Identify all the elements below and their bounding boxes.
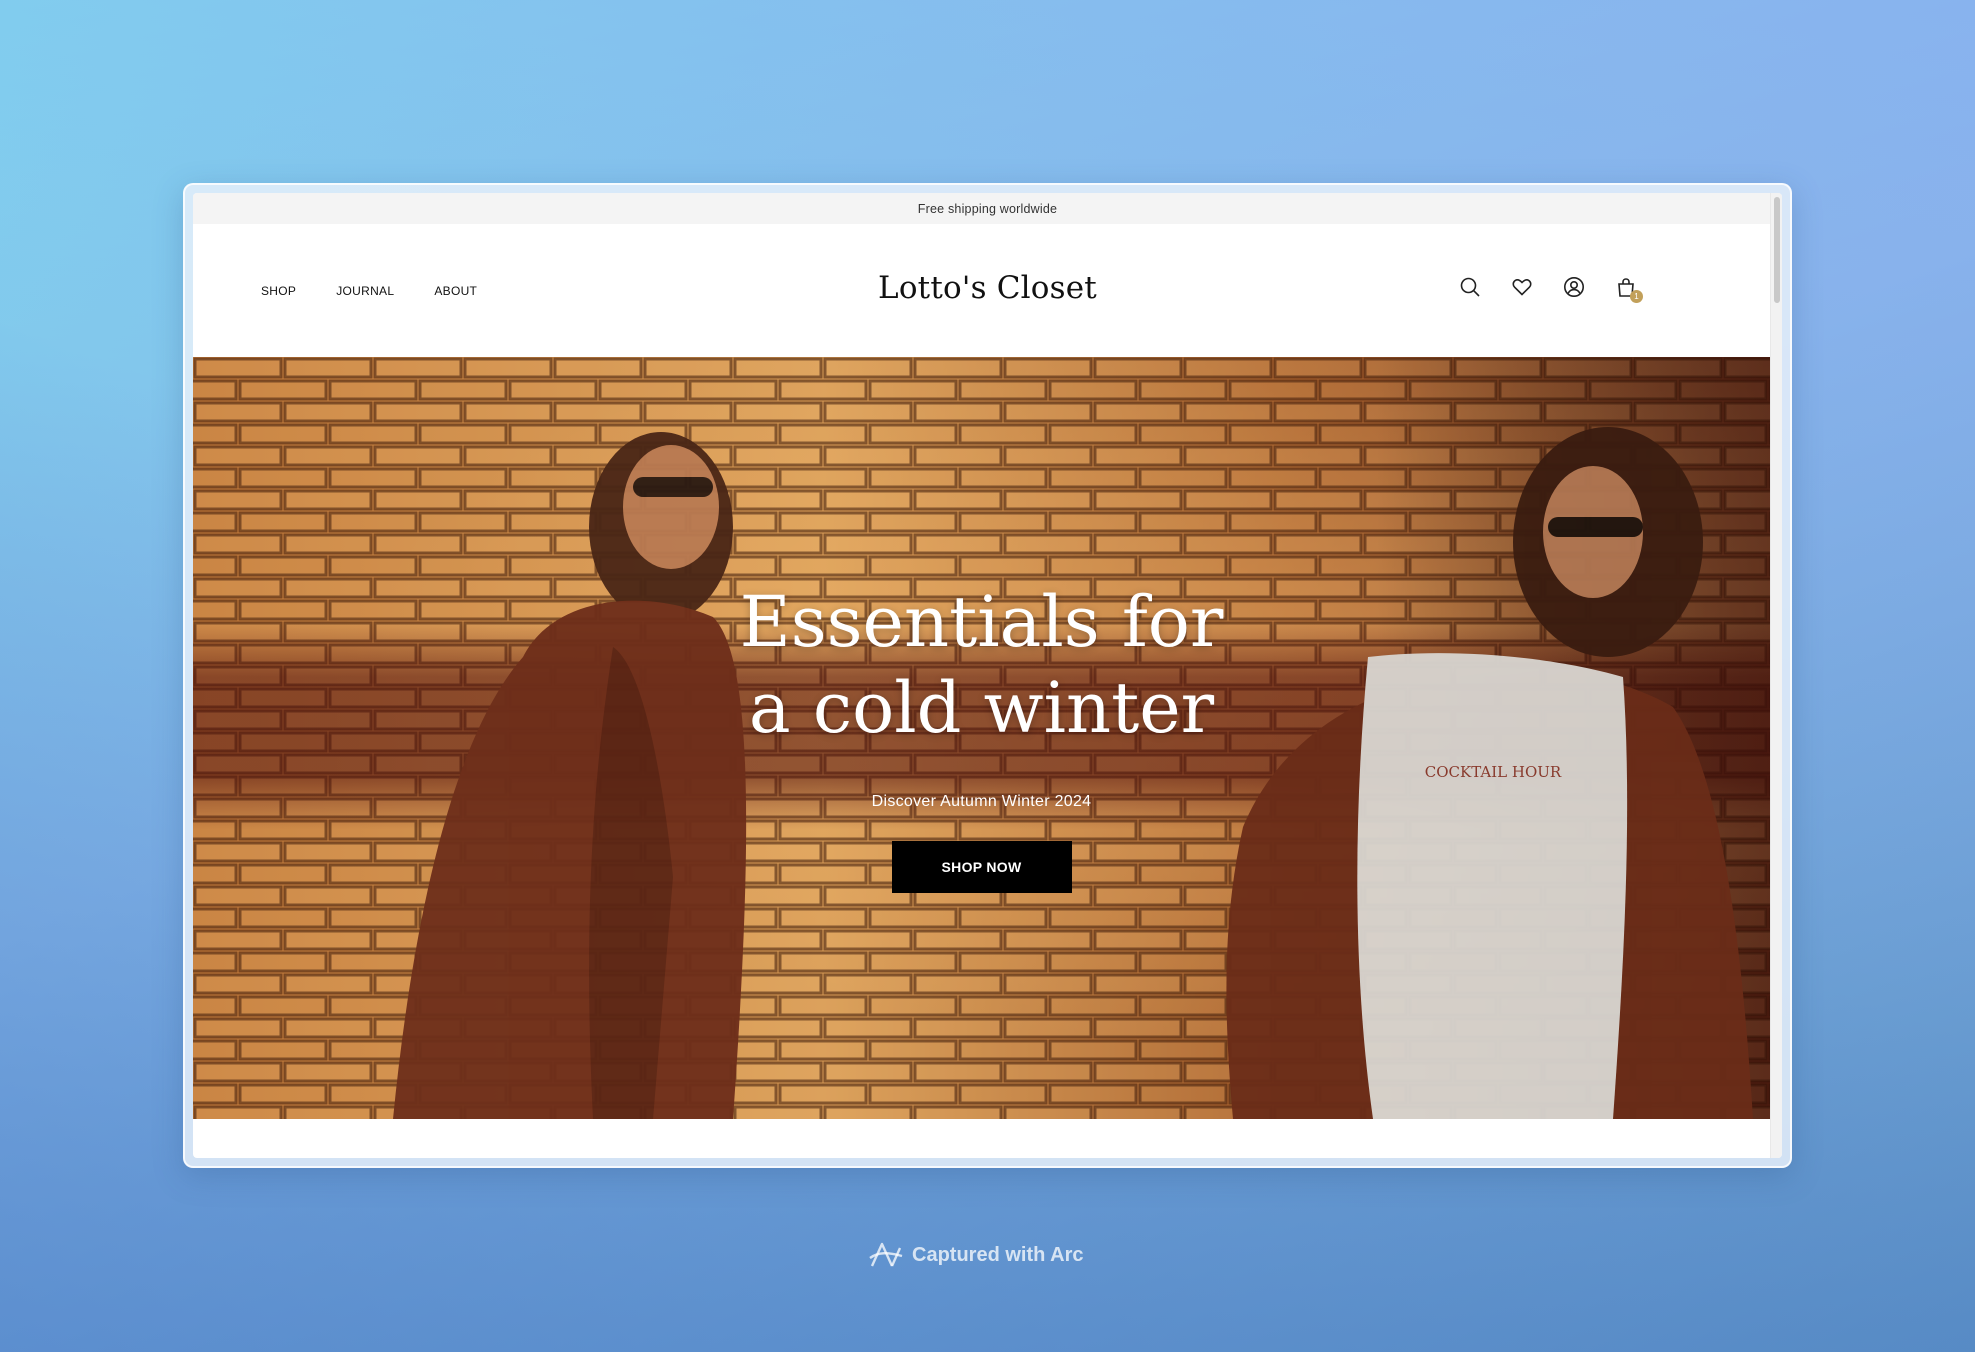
arc-watermark: Captured with Arc (868, 1240, 1084, 1270)
cart-count-badge: 1 (1630, 290, 1643, 303)
account-icon[interactable] (1563, 276, 1585, 298)
search-icon[interactable] (1459, 276, 1481, 298)
arc-logo-icon (869, 1242, 903, 1267)
nav-item-about[interactable]: ABOUT (434, 284, 477, 298)
hero-banner: COCKTAIL HOUR Essentials for a cold wint… (193, 357, 1770, 1119)
announcement-text: Free shipping worldwide (917, 201, 1058, 216)
browser-frame: Free shipping worldwide SHOP JOURNAL ABO… (183, 183, 1792, 1168)
arc-watermark-text: Captured with Arc (912, 1243, 1084, 1266)
hero-subtitle: Discover Autumn Winter 2024 (871, 793, 1092, 810)
scrollbar-thumb[interactable] (1774, 197, 1780, 303)
nav-item-shop[interactable]: SHOP (261, 284, 296, 298)
hero-title-line-2: a cold winter (748, 667, 1215, 749)
hero-title: Essentials for a cold winter (193, 579, 1770, 751)
header-actions: 1 (1459, 276, 1643, 303)
brand-logo[interactable]: Lotto's Closet (878, 270, 1097, 306)
browser-viewport: Free shipping worldwide SHOP JOURNAL ABO… (193, 193, 1782, 1158)
cart-icon[interactable]: 1 (1615, 276, 1643, 303)
hero-title-line-1: Essentials for (739, 581, 1224, 663)
shop-now-button[interactable]: SHOP NOW (891, 841, 1072, 893)
main-nav: SHOP JOURNAL ABOUT (261, 224, 477, 357)
site-header: SHOP JOURNAL ABOUT Lotto's Closet 1 (193, 224, 1782, 357)
nav-item-journal[interactable]: JOURNAL (336, 284, 394, 298)
page-scrollbar[interactable] (1770, 193, 1782, 1158)
hero-content: Essentials for a cold winter Discover Au… (193, 579, 1770, 893)
heart-icon[interactable] (1511, 276, 1533, 298)
announcement-bar: Free shipping worldwide (193, 193, 1782, 224)
